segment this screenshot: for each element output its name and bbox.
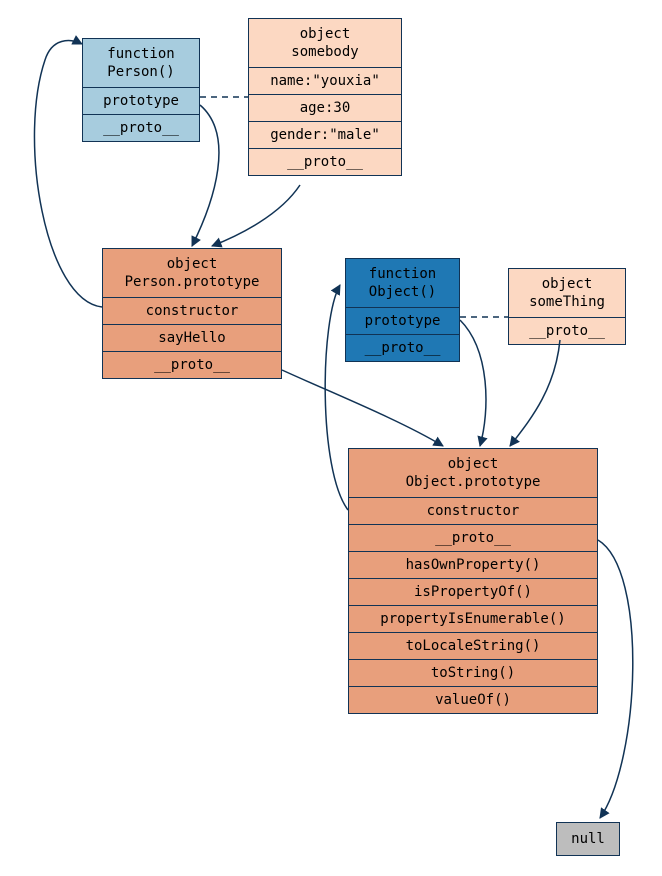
edge-something-proto-to-objectproto xyxy=(510,340,560,446)
edge-objectfn-proto-to-objectproto xyxy=(460,320,486,446)
edge-somebody-proto-to-personproto xyxy=(212,185,300,246)
box-null: null xyxy=(556,822,620,856)
box-row: __proto__ xyxy=(509,318,625,344)
box-row: __proto__ xyxy=(346,335,459,361)
box-row: name:"youxia" xyxy=(249,68,401,95)
box-label: null xyxy=(557,823,619,855)
box-row: prototype xyxy=(346,308,459,335)
box-row: __proto__ xyxy=(103,352,281,378)
box-row: gender:"male" xyxy=(249,122,401,149)
box-header: object Object.prototype xyxy=(349,449,597,498)
box-row: propertyIsEnumerable() xyxy=(349,606,597,633)
box-row: __proto__ xyxy=(249,149,401,175)
box-row: sayHello xyxy=(103,325,281,352)
box-row: toLocaleString() xyxy=(349,633,597,660)
box-header: object Person.prototype xyxy=(103,249,281,298)
box-object-function: function Object() prototype __proto__ xyxy=(345,258,460,362)
edge-objectproto-proto-to-null xyxy=(598,540,633,818)
box-row: constructor xyxy=(103,298,281,325)
box-header: object somebody xyxy=(249,19,401,68)
box-something: object someThing __proto__ xyxy=(508,268,626,345)
box-header: function Object() xyxy=(346,259,459,308)
box-somebody: object somebody name:"youxia" age:30 gen… xyxy=(248,18,402,176)
box-row: constructor xyxy=(349,498,597,525)
box-object-prototype: object Object.prototype constructor __pr… xyxy=(348,448,598,714)
box-person-function: function Person() prototype __proto__ xyxy=(82,38,200,142)
box-header: object someThing xyxy=(509,269,625,318)
box-row: valueOf() xyxy=(349,687,597,713)
box-row: toString() xyxy=(349,660,597,687)
box-row: isPropertyOf() xyxy=(349,579,597,606)
box-row: hasOwnProperty() xyxy=(349,552,597,579)
box-row: __proto__ xyxy=(349,525,597,552)
box-header: function Person() xyxy=(83,39,199,88)
box-row: age:30 xyxy=(249,95,401,122)
edge-personproto-proto-to-objectproto xyxy=(282,370,443,446)
box-person-prototype: object Person.prototype constructor sayH… xyxy=(102,248,282,379)
box-row: prototype xyxy=(83,88,199,115)
box-row: __proto__ xyxy=(83,115,199,141)
